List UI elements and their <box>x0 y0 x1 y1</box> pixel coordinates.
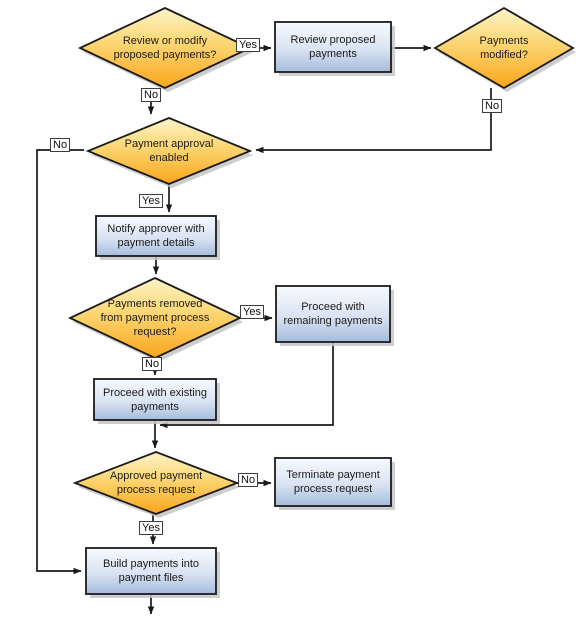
node-review-or-modify[interactable] <box>77 7 253 92</box>
process-shape[interactable] <box>93 378 217 421</box>
edge-label-no-review-modify: No <box>141 88 162 102</box>
decision-shape[interactable] <box>77 7 253 89</box>
node-approved-payment-request[interactable] <box>72 451 240 518</box>
process-shape[interactable] <box>85 547 217 595</box>
node-payments-removed[interactable] <box>67 277 243 362</box>
node-proceed-remaining[interactable] <box>275 285 394 346</box>
node-build-payments[interactable] <box>85 547 220 598</box>
node-proceed-existing[interactable] <box>93 378 220 424</box>
decision-shape[interactable] <box>433 6 575 90</box>
process-shape[interactable] <box>274 457 392 507</box>
node-payment-approval-enabled[interactable] <box>85 117 253 188</box>
flowchart-canvas: Review or modify proposed payments? Revie… <box>0 0 576 624</box>
node-review-proposed-payments[interactable] <box>274 21 395 76</box>
edge-label-yes-payments-removed: Yes <box>240 305 264 319</box>
edge-label-yes-payment-approval: Yes <box>139 194 163 208</box>
flowchart-svg <box>36 6 576 615</box>
node-payments-modified[interactable] <box>433 6 576 92</box>
decision-shape[interactable] <box>67 277 243 359</box>
edge-label-no-approved-request: No <box>238 473 259 487</box>
edge-label-no-payments-removed: No <box>142 357 163 371</box>
edge-label-no-payments-modified: No <box>482 99 503 113</box>
decision-shape[interactable] <box>85 117 253 185</box>
node-notify-approver[interactable] <box>95 215 220 260</box>
process-shape[interactable] <box>275 285 391 343</box>
process-shape[interactable] <box>95 215 217 257</box>
process-shape[interactable] <box>274 21 392 73</box>
edge-label-no-payment-approval: No <box>50 138 71 152</box>
node-terminate-request[interactable] <box>274 457 395 510</box>
edge-approval-no-loop <box>36 149 84 575</box>
edge-modified-no-left <box>255 88 492 154</box>
decision-shape[interactable] <box>72 451 240 515</box>
edge-label-yes-approved-request: Yes <box>139 521 163 535</box>
edge-label-yes-review-modify: Yes <box>236 38 260 52</box>
